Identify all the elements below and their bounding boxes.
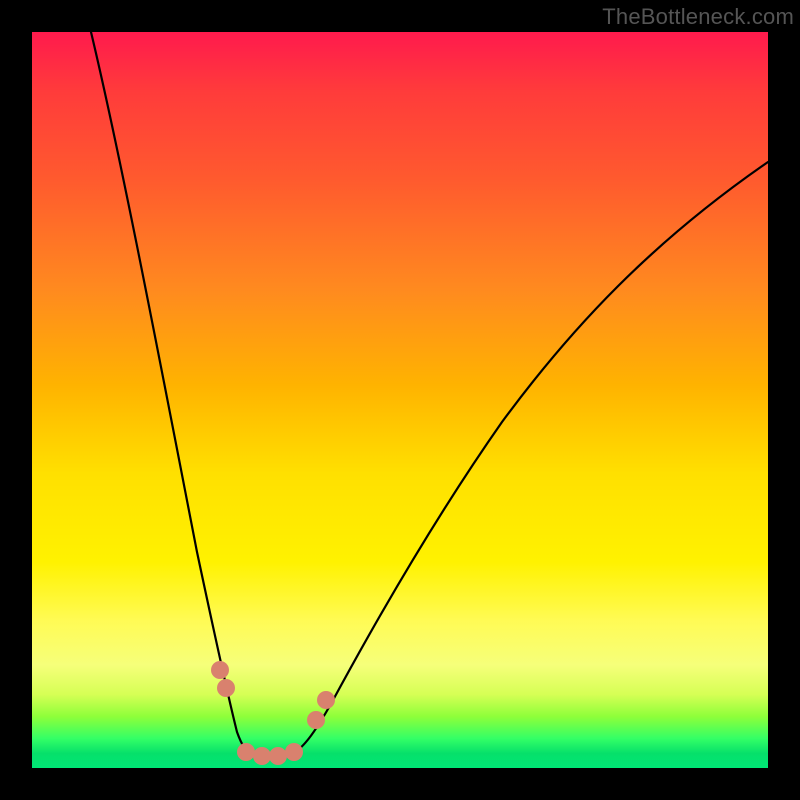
marker-flat-2 — [253, 747, 271, 765]
watermark-text: TheBottleneck.com — [602, 4, 794, 30]
chart-frame: TheBottleneck.com — [0, 0, 800, 800]
marker-left-upper — [211, 661, 229, 679]
marker-flat-4 — [285, 743, 303, 761]
curve-right-branch — [290, 162, 768, 755]
marker-right-lower — [307, 711, 325, 729]
curve-left-branch — [91, 32, 254, 754]
marker-left-lower — [217, 679, 235, 697]
bottleneck-curve — [91, 32, 768, 757]
plot-area — [32, 32, 768, 768]
bottleneck-curve-svg — [32, 32, 768, 768]
marker-flat-3 — [269, 747, 287, 765]
marker-flat-1 — [237, 743, 255, 761]
curve-markers — [211, 661, 335, 765]
marker-right-upper — [317, 691, 335, 709]
